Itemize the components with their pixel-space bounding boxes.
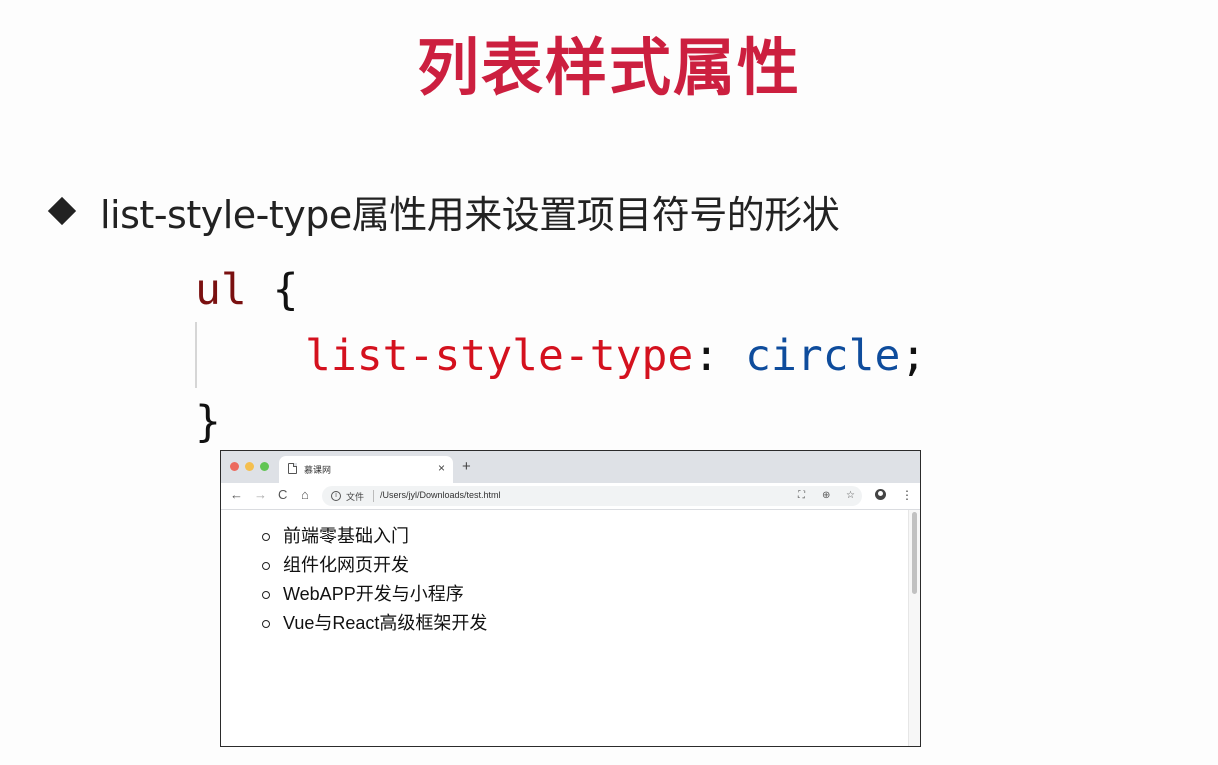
bullet-row: list-style-type属性用来设置项目符号的形状 xyxy=(46,186,840,237)
code-selector: ul xyxy=(195,265,247,315)
vertical-scrollbar[interactable] xyxy=(908,510,920,746)
back-arrow-icon[interactable]: ← xyxy=(230,487,243,503)
page-icon xyxy=(288,463,297,474)
code-line-declaration: list-style-type: circle; xyxy=(305,328,926,384)
code-line-selector: ul { xyxy=(195,262,299,318)
page-viewport: 前端零基础入门 组件化网页开发 WebAPP开发与小程序 Vue与React高级… xyxy=(221,510,920,746)
new-tab-button[interactable]: + xyxy=(462,459,471,475)
scrollbar-thumb[interactable] xyxy=(912,512,917,594)
info-icon[interactable]: i xyxy=(331,491,341,501)
list-item: 前端零基础入门 xyxy=(261,522,487,551)
minimize-window-button[interactable] xyxy=(245,462,254,471)
address-bar[interactable]: i 文件 /Users/jyl/Downloads/test.html ⛶ ⊕ … xyxy=(322,486,862,506)
close-tab-icon[interactable]: × xyxy=(438,461,445,475)
code-property: list-style-type xyxy=(305,331,694,381)
bullet-text: list-style-type属性用来设置项目符号的形状 xyxy=(100,192,840,237)
code-semicolon: ; xyxy=(900,331,927,381)
url-text[interactable]: /Users/jyl/Downloads/test.html xyxy=(380,490,501,500)
diamond-bullet-icon xyxy=(47,196,77,226)
toolbar: ← → C ⌂ i 文件 /Users/jyl/Downloads/test.h… xyxy=(221,483,920,510)
menu-kebab-icon[interactable]: ⋮ xyxy=(901,487,913,503)
tab-active[interactable]: 慕课网 × xyxy=(279,456,453,483)
forward-arrow-icon[interactable]: → xyxy=(254,487,267,503)
indent-guide xyxy=(195,322,197,388)
profile-avatar-icon[interactable] xyxy=(875,489,886,500)
tab-title: 慕课网 xyxy=(304,465,332,475)
maximize-window-button[interactable] xyxy=(260,462,269,471)
list-item: Vue与React高级框架开发 xyxy=(261,609,487,638)
code-open-brace: { xyxy=(272,265,299,315)
reload-icon[interactable]: C xyxy=(278,487,287,503)
tab-bar: 慕课网 × + xyxy=(221,451,920,483)
zoom-icon[interactable]: ⊕ xyxy=(822,489,830,503)
url-scheme-label: 文件 xyxy=(346,492,365,502)
code-line-close: } xyxy=(195,394,221,450)
url-separator xyxy=(373,490,374,502)
list-item: WebAPP开发与小程序 xyxy=(261,580,487,609)
list-item: 组件化网页开发 xyxy=(261,551,487,580)
bookmark-star-icon[interactable]: ☆ xyxy=(846,489,855,503)
code-close-brace: } xyxy=(195,397,221,447)
browser-window: 慕课网 × + ← → C ⌂ i 文件 /Users/jyl/Download… xyxy=(220,450,921,747)
close-window-button[interactable] xyxy=(230,462,239,471)
code-colon: : xyxy=(693,331,720,381)
rendered-list: 前端零基础入门 组件化网页开发 WebAPP开发与小程序 Vue与React高级… xyxy=(261,522,487,638)
translate-icon[interactable]: ⛶ xyxy=(798,489,805,503)
home-icon[interactable]: ⌂ xyxy=(301,487,309,503)
slide-title: 列表样式属性 xyxy=(416,31,801,104)
code-value: circle xyxy=(745,331,901,381)
